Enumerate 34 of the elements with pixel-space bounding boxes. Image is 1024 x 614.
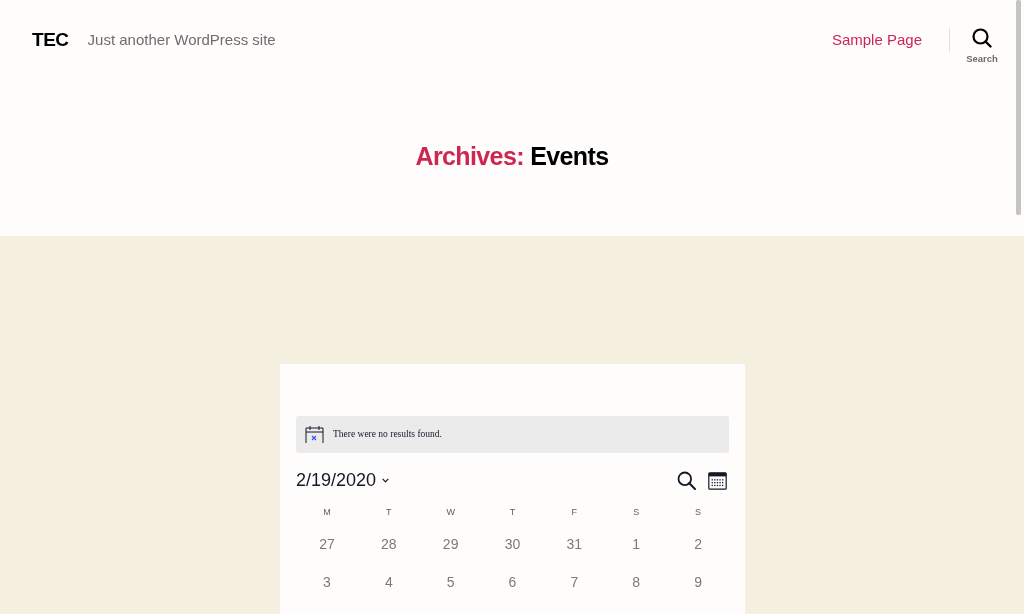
weekday-label: M (322, 506, 332, 520)
day-number[interactable]: 27 (319, 533, 335, 555)
calendar-x-icon (305, 425, 324, 444)
calendar-view-button[interactable] (708, 470, 727, 490)
notice-text: There were no results found. (333, 428, 442, 442)
caret-icon (382, 477, 390, 483)
day-number[interactable]: 5 (446, 571, 455, 593)
weekday-label: T (508, 506, 517, 520)
day-number[interactable]: 29 (442, 533, 459, 555)
day-number[interactable]: 1 (632, 533, 641, 555)
day-number[interactable]: 7 (570, 571, 579, 593)
weekday-label: T (385, 506, 393, 520)
weekday-label: W (445, 506, 456, 520)
site-tagline: Just another WordPress site (87, 29, 276, 50)
scrollbar-thumb[interactable] (1016, 0, 1021, 215)
day-number[interactable]: 2 (694, 533, 702, 555)
weekday-label: F (570, 506, 579, 520)
weekday-label: S (632, 506, 641, 520)
nav-link[interactable]: Sample Page (831, 28, 922, 52)
day-number[interactable]: 9 (694, 571, 702, 593)
day-number[interactable]: 31 (566, 533, 583, 555)
search-icon (972, 27, 992, 48)
weekday-label: S (694, 506, 703, 520)
day-number[interactable]: 8 (632, 571, 641, 593)
archive-title: Archives: Events (415, 141, 609, 173)
day-number[interactable]: 28 (381, 533, 397, 555)
date-picker-button[interactable]: 2/19/2020 (296, 466, 390, 494)
search-toggle-button[interactable]: Search (964, 16, 1000, 64)
day-number[interactable]: 30 (504, 533, 521, 555)
day-number[interactable]: 3 (323, 571, 331, 593)
day-number[interactable]: 4 (384, 571, 393, 593)
day-number[interactable]: 6 (508, 571, 517, 593)
site-title[interactable]: TEC (32, 25, 69, 55)
search-button[interactable] (677, 470, 696, 490)
